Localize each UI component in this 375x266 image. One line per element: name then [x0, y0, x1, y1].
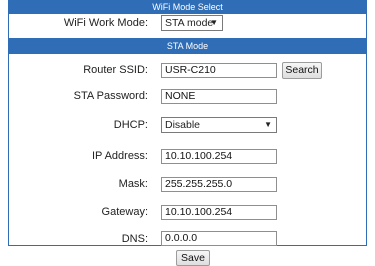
dns-label: DNS:	[121, 233, 148, 245]
wifi-work-mode-select[interactable]: STA mode ▼	[161, 15, 223, 31]
sta-mode-header: STA Mode	[9, 38, 366, 54]
wifi-work-mode-label: WiFi Work Mode:	[63, 17, 148, 29]
wifi-mode-select-header: WiFi Mode Select	[9, 1, 366, 14]
chevron-down-icon: ▼	[210, 18, 218, 27]
router-ssid-label: Router SSID:	[83, 64, 148, 76]
settings-panel: WiFi Mode Select WiFi Work Mode: STA mod…	[8, 0, 367, 246]
mask-input[interactable]: 255.255.255.0	[161, 177, 277, 192]
gateway-input[interactable]: 10.10.100.254	[161, 205, 277, 220]
gateway-label: Gateway:	[101, 206, 148, 218]
wifi-work-mode-value: STA mode	[165, 17, 214, 29]
dns-input[interactable]: 0.0.0.0	[161, 231, 277, 246]
search-button[interactable]: Search	[282, 62, 322, 79]
sta-password-input[interactable]: NONE	[161, 89, 277, 104]
ip-address-input[interactable]: 10.10.100.254	[161, 149, 277, 164]
sta-password-label: STA Password:	[73, 90, 148, 102]
ip-address-label: IP Address:	[91, 150, 148, 162]
dhcp-value: Disable	[165, 119, 201, 131]
router-ssid-input[interactable]: USR-C210	[161, 63, 277, 78]
mask-label: Mask:	[118, 178, 148, 190]
save-button[interactable]: Save	[176, 250, 210, 266]
dhcp-label: DHCP:	[113, 119, 148, 131]
chevron-down-icon: ▼	[264, 120, 272, 129]
dhcp-select[interactable]: Disable ▼	[161, 117, 277, 133]
